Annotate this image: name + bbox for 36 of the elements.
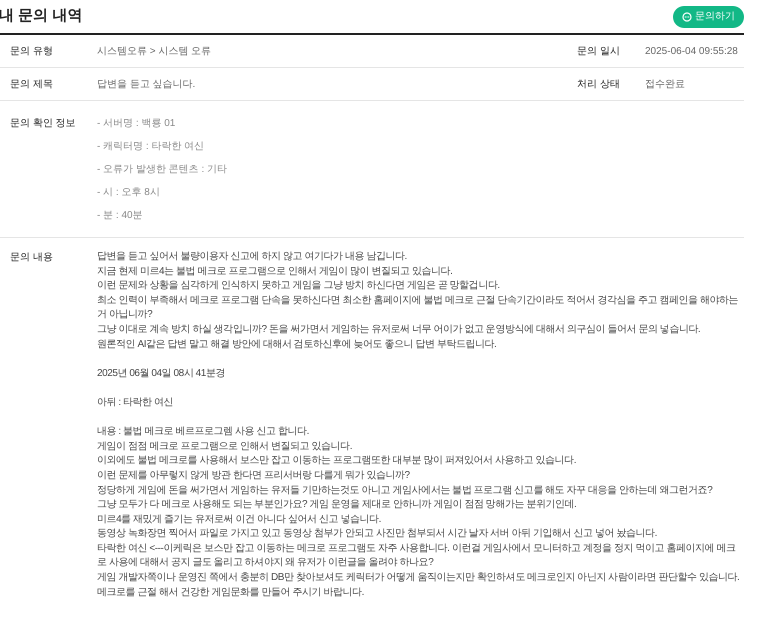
content-line: 타락한 여신 <---이케릭은 보스만 잡고 이동하는 메크로 프로그램도 자주 사용합니다. 이런걸 게임사에서 모니터하고 계정을 정지 먹이고 홈페이지에 메크로 사용에 대해서 공지 글도 올리고 하셔야지 왜 유저가 이런글을 올려야 하나요? [97,542,736,570]
content-line: 아뒤 : 타락한 여신 [97,396,174,410]
field-label: 문의 내용 [9,251,54,265]
field-label: 처리 상태 [577,78,621,92]
field-label: 문의 확인 정보 [9,117,77,131]
field-label: 문의 일시 [577,44,621,58]
inquire-button[interactable]: 문의하기 [673,6,744,28]
content-line: 답변을 듣고 싶어서 불량이용자 신고에 하지 않고 여기다가 내용 남깁니다. [97,250,408,264]
field-value: 2025-06-04 09:55:28 [645,44,738,58]
field-label: 문의 제목 [9,78,54,92]
info-line: - 캐릭터명 : 타락한 여신 [97,140,206,154]
page-title: 내 문의 내역 [0,6,82,26]
info-line: - 시 : 오후 8시 [97,186,161,200]
info-line: - 분 : 40분 [97,209,144,223]
content-line: 지금 현제 미르4는 불법 메크로 프로그램으로 인해서 게임이 많이 변질되고 있습니다. [97,264,454,279]
field-label: 문의 유형 [9,44,54,58]
content-line: 그냥 모두가 다 메크로 사용해도 되는 부분인가요? 게임 운영을 제대로 안하니까 게임이 점점 망해가는 분위기인데. [97,498,578,512]
content-line: 2025년 06월 04일 08시 41분경 [97,366,226,381]
content-line: 원론적인 AI같은 답변 말고 해결 방안에 대해서 검토하신후에 늦어도 좋으니 답변 부탁드립니다. [97,338,498,352]
content-line: 동영상 녹화장면 찍어서 파일로 가지고 있고 동영상 첨부가 안되고 사진만 첨부되서 시간 날자 서버 아뒤 기입해서 신고 넣어 놨습니다. [97,527,658,542]
content-line: 이외에도 불법 메크로를 사용해서 보스만 잡고 이동하는 프로그램또한 대부분 많이 퍼져있어서 사용하고 있습니다. [97,454,578,468]
content-line: 최소 인력이 부족해서 메크로 프로그램 단속을 못하신다면 최소한 홈페이지에 불법 메크로 근절 단속기간이라도 적어서 경각심을 주고 캠페인을 해야하는거 아닙니까? [97,294,740,322]
info-line: - 서버명 : 백룡 01 [97,117,176,131]
chat-icon [682,12,692,22]
content-line: 게임 개발자쪽이나 운영진 쪽에서 충분히 DB만 찾아보셔도 케릭터가 어떻게 움직이는지만 확인하셔도 메크로인지 아닌지 사람이라면 판단할수 있습니다. 메크로를 근절 해서 건강한 게임문화를 만들어 주시기 바랍니다. [97,571,740,600]
field-value: 시스템오류 > 시스템 오류 [97,44,212,58]
content-line: 이런 문제를 아무렇지 않게 방관 한다면 프리서버랑 다를게 뭐가 있습니까? [97,468,411,483]
content-line: 미르4를 재밌게 즐기는 유저로써 이건 아니다 싶어서 신고 넣습니다. [97,512,382,527]
field-value: 답변을 듣고 싶습니다. [97,78,196,92]
content-line: 그냥 이대로 계속 방치 하실 생각입니까? 돈을 써가면서 게임하는 유저로써 너무 어이가 없고 운영방식에 대해서 의구심이 들어서 문의 넣습니다. [97,322,702,337]
content-line: 정당하게 게임에 돈을 써가면서 게임하는 유저들 기만하는것도 아니고 게임사에서는 불법 프로그램 신고를 해도 자꾸 대응을 안하는데 왜그런거죠? [97,484,714,498]
content-line: 이런 문제와 상황을 심각하게 인식하지 못하고 게임을 그냥 방치 하신다면 게임은 곧 망할겁니다. [97,279,501,294]
content-line: 내용 : 불법 메크로 베르프로그렘 사용 신고 합니다. [97,425,310,440]
info-line: - 오류가 발생한 콘텐츠 : 기타 [97,163,227,177]
content-line: 게임이 점점 메크로 프로그램으로 인해서 변질되고 있습니다. [97,440,354,454]
field-value: 접수완료 [645,78,685,92]
